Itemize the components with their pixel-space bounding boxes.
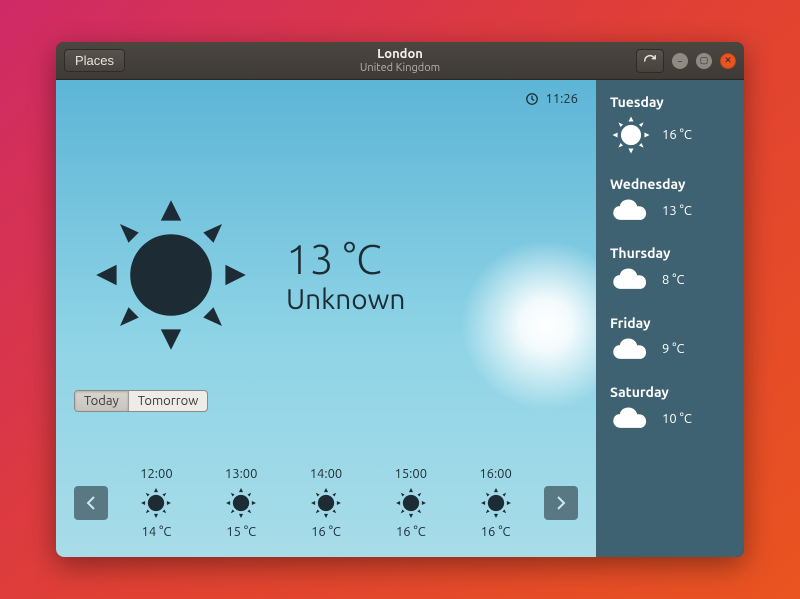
window-minimize-button[interactable]: – bbox=[672, 53, 688, 69]
forecast-sidebar: Tuesday 16 °C Wednesday 13 °C Thursday 8… bbox=[596, 80, 744, 557]
clock-icon bbox=[525, 92, 539, 106]
hourly-item: 14:00 16 °C bbox=[309, 467, 343, 539]
forecast-item: Wednesday 13 °C bbox=[610, 176, 730, 225]
main-panel: 11:26 13 bbox=[56, 80, 596, 557]
hourly-time: 15:00 bbox=[395, 467, 428, 481]
hourly-item: 15:00 16 °C bbox=[394, 467, 428, 539]
refresh-button[interactable] bbox=[636, 49, 664, 73]
hourly-temp: 16 °C bbox=[396, 525, 426, 539]
app-window: Places London United Kingdom – ▢ ✕ 11:26 bbox=[56, 42, 744, 557]
forecast-temp: 8 °C bbox=[662, 273, 684, 287]
forecast-day: Tuesday bbox=[610, 94, 730, 110]
sun-icon bbox=[394, 486, 428, 520]
forecast-item: Tuesday 16 °C bbox=[610, 94, 730, 156]
refresh-icon bbox=[643, 54, 657, 68]
hourly-temp: 16 °C bbox=[311, 525, 341, 539]
forecast-temp: 13 °C bbox=[662, 204, 692, 218]
sun-icon bbox=[139, 486, 173, 520]
hourly-temp: 16 °C bbox=[481, 525, 511, 539]
forecast-item: Saturday 10 °C bbox=[610, 384, 730, 433]
hourly-item: 13:00 15 °C bbox=[224, 467, 258, 539]
sun-icon bbox=[309, 486, 343, 520]
cloud-icon bbox=[610, 404, 652, 433]
toggle-today[interactable]: Today bbox=[75, 391, 128, 411]
cloud-icon bbox=[610, 335, 652, 364]
current-condition: Unknown bbox=[286, 284, 405, 315]
cloud-icon bbox=[610, 196, 652, 225]
hourly-list: 12:00 14 °C 13:00 15 °C 14:00 16 °C 15:0… bbox=[114, 467, 538, 539]
hourly-prev-button[interactable] bbox=[74, 486, 108, 520]
window-maximize-button[interactable]: ▢ bbox=[696, 53, 712, 69]
hourly-time: 14:00 bbox=[310, 467, 343, 481]
chevron-right-icon bbox=[556, 496, 566, 510]
hourly-item: 12:00 14 °C bbox=[139, 467, 173, 539]
places-button[interactable]: Places bbox=[64, 49, 125, 72]
toggle-tomorrow[interactable]: Tomorrow bbox=[128, 391, 208, 411]
sun-icon bbox=[224, 486, 258, 520]
sun-icon bbox=[479, 486, 513, 520]
hourly-temp: 15 °C bbox=[226, 525, 256, 539]
forecast-temp: 10 °C bbox=[662, 412, 692, 426]
forecast-temp: 16 °C bbox=[662, 128, 692, 142]
forecast-day: Friday bbox=[610, 315, 730, 331]
hourly-time: 12:00 bbox=[140, 467, 173, 481]
forecast-item: Friday 9 °C bbox=[610, 315, 730, 364]
cloud-icon bbox=[610, 265, 652, 294]
hourly-forecast: 12:00 14 °C 13:00 15 °C 14:00 16 °C 15:0… bbox=[74, 467, 578, 539]
clock-time: 11:26 bbox=[545, 92, 578, 106]
window-close-button[interactable]: ✕ bbox=[720, 53, 736, 69]
chevron-left-icon bbox=[86, 496, 96, 510]
forecast-day: Wednesday bbox=[610, 176, 730, 192]
current-weather: 13 °C Unknown bbox=[86, 190, 405, 360]
day-toggle: Today Tomorrow bbox=[74, 390, 208, 412]
clock: 11:26 bbox=[525, 92, 578, 106]
titlebar: Places London United Kingdom – ▢ ✕ bbox=[56, 42, 744, 80]
sun-glow bbox=[446, 225, 596, 425]
forecast-item: Thursday 8 °C bbox=[610, 245, 730, 294]
sun-icon bbox=[610, 114, 652, 156]
forecast-day: Saturday bbox=[610, 384, 730, 400]
sun-icon bbox=[86, 190, 256, 360]
hourly-time: 16:00 bbox=[479, 467, 512, 481]
forecast-day: Thursday bbox=[610, 245, 730, 261]
hourly-temp: 14 °C bbox=[141, 525, 171, 539]
hourly-time: 13:00 bbox=[225, 467, 258, 481]
content-area: 11:26 13 bbox=[56, 80, 744, 557]
hourly-item: 16:00 16 °C bbox=[479, 467, 513, 539]
current-temp: 13 °C bbox=[286, 235, 405, 282]
forecast-temp: 9 °C bbox=[662, 342, 684, 356]
hourly-next-button[interactable] bbox=[544, 486, 578, 520]
